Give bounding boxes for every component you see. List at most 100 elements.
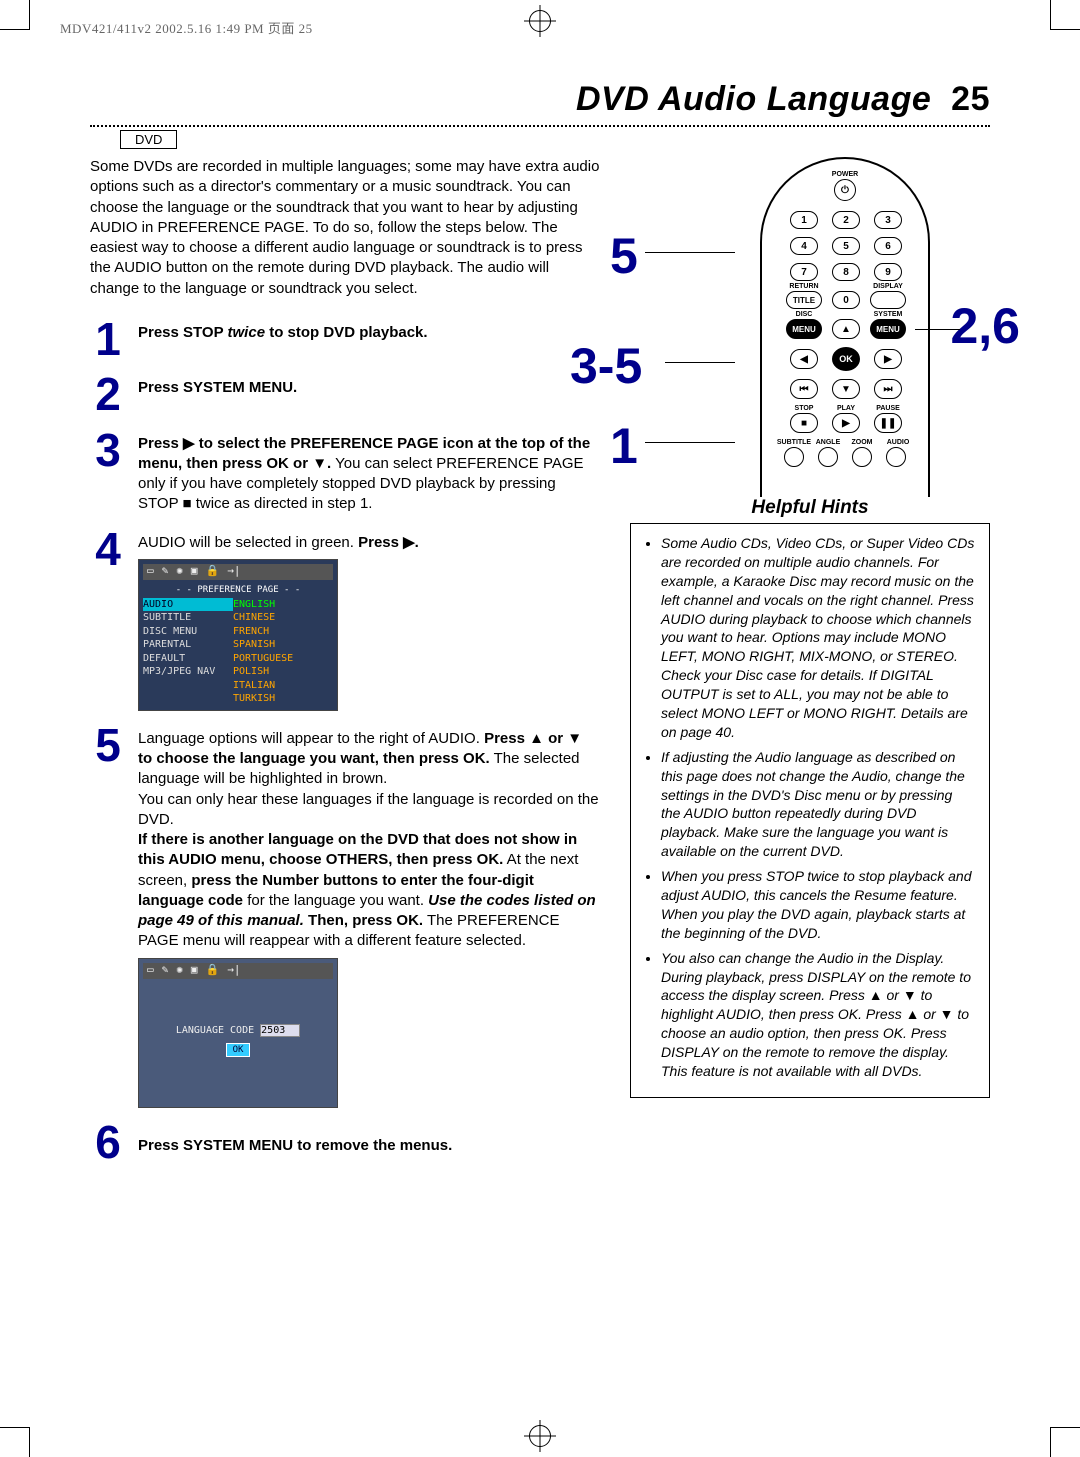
osd-row-r: ENGLISH xyxy=(233,598,275,612)
osd-preference-page: ▭ ✎ ✺ ▣ 🔒 →| - - PREFERENCE PAGE - - AUD… xyxy=(138,559,338,711)
num-4[interactable]: 4 xyxy=(790,237,818,255)
osd-row-r: TURKISH xyxy=(233,692,275,706)
display-button[interactable] xyxy=(870,291,906,309)
s5-t5: for the language you want. xyxy=(243,892,428,909)
step-5: 5 Language options will appear to the ri… xyxy=(90,725,600,1108)
left-button[interactable]: ◀ xyxy=(790,349,818,369)
lead-line xyxy=(645,252,735,253)
step-number: 1 xyxy=(90,319,126,360)
step-1: 1 Press STOP twice to stop DVD playback. xyxy=(90,319,600,360)
prev-button[interactable]: ⏮ xyxy=(790,379,818,399)
label-zoom: ZOOM xyxy=(852,439,873,446)
step-number: 6 xyxy=(90,1122,126,1163)
hint-item: If adjusting the Audio language as descr… xyxy=(661,748,975,861)
osd-row-l: DEFAULT xyxy=(143,652,233,666)
angle-button[interactable] xyxy=(818,447,838,467)
crop-mark-tr xyxy=(1050,0,1080,30)
num-7[interactable]: 7 xyxy=(790,263,818,281)
disc-menu-button[interactable]: MENU xyxy=(786,319,822,339)
osd-icon: ▭ xyxy=(147,963,154,978)
num-8[interactable]: 8 xyxy=(832,263,860,281)
next-button[interactable]: ⏭ xyxy=(874,379,902,399)
label-display: DISPLAY xyxy=(873,283,903,290)
osd-row-l: PARENTAL xyxy=(143,638,233,652)
label-disc: DISC xyxy=(796,311,813,318)
osd-iconbar: ▭ ✎ ✺ ▣ 🔒 →| xyxy=(143,564,333,580)
lead-line xyxy=(645,442,735,443)
page-title: DVD Audio Language 25 xyxy=(90,80,990,119)
dvd-chip: DVD xyxy=(120,130,177,149)
remote-illustration: POWER ⏻ 1 2 3 4 5 6 7 8 9 RETURN DISPLAY… xyxy=(760,157,930,497)
osd-icon: ▣ xyxy=(191,564,198,579)
osd-row-r: CHINESE xyxy=(233,611,275,625)
stop-button[interactable]: ■ xyxy=(790,413,818,433)
step1-tail: to stop DVD playback. xyxy=(265,324,428,341)
down-button[interactable]: ▼ xyxy=(832,379,860,399)
intro-paragraph: Some DVDs are recorded in multiple langu… xyxy=(90,157,600,299)
title-text: DVD Audio Language xyxy=(576,80,931,118)
step-number: 3 xyxy=(90,430,126,515)
label-pause: PAUSE xyxy=(876,405,900,412)
osd-row-l xyxy=(143,692,233,706)
osd-icon: ✎ xyxy=(162,564,169,579)
zoom-button[interactable] xyxy=(852,447,872,467)
osd-icon: →| xyxy=(227,564,240,579)
ok-button[interactable]: OK xyxy=(832,347,860,371)
hint-item: When you press STOP twice to stop playba… xyxy=(661,867,975,943)
osd-row-r: PORTUGUESE xyxy=(233,652,293,666)
num-9[interactable]: 9 xyxy=(874,263,902,281)
s5-b4: Then, press OK. xyxy=(304,912,423,929)
pause-button[interactable]: ❚❚ xyxy=(874,413,902,433)
page-number: 25 xyxy=(951,80,990,118)
osd-row-l: AUDIO xyxy=(143,598,233,612)
lead-line xyxy=(665,362,735,363)
audio-button[interactable] xyxy=(886,447,906,467)
osd-icon: 🔒 xyxy=(206,963,220,978)
step1-bold: Press STOP xyxy=(138,324,228,341)
step4-bold: Press ▶. xyxy=(358,534,419,551)
subtitle-button[interactable] xyxy=(784,447,804,467)
right-button[interactable]: ▶ xyxy=(874,349,902,369)
osd-row-l: DISC MENU xyxy=(143,625,233,639)
up-button[interactable]: ▲ xyxy=(832,319,860,339)
osd-icon: ✎ xyxy=(162,963,169,978)
osd-row-l: MP3/JPEG NAV xyxy=(143,665,233,679)
print-header: MDV421/411v2 2002.5.16 1:49 PM 页面 25 xyxy=(60,18,313,37)
num-6[interactable]: 6 xyxy=(874,237,902,255)
osd-icon: ▭ xyxy=(147,564,154,579)
step2-bold: Press SYSTEM MENU. xyxy=(138,379,297,396)
s5-t1: Language options will appear to the righ… xyxy=(138,730,484,747)
power-button[interactable]: ⏻ xyxy=(834,179,856,201)
hints-title: Helpful Hints xyxy=(630,497,990,519)
num-3[interactable]: 3 xyxy=(874,211,902,229)
osd-header: - - PREFERENCE PAGE - - xyxy=(143,582,333,598)
system-menu-button[interactable]: MENU xyxy=(870,319,906,339)
osd-row-r: FRENCH xyxy=(233,625,269,639)
osd-row-l xyxy=(143,679,233,693)
label-subtitle: SUBTITLE xyxy=(777,439,811,446)
num-2[interactable]: 2 xyxy=(832,211,860,229)
label-return: RETURN xyxy=(789,283,818,290)
label-angle: ANGLE xyxy=(816,439,841,446)
play-button[interactable]: ▶ xyxy=(832,413,860,433)
code-label: LANGUAGE CODE xyxy=(176,1025,254,1036)
step-3: 3 Press ▶ to select the PREFERENCE PAGE … xyxy=(90,430,600,515)
step-number: 4 xyxy=(90,529,126,711)
crop-mark-bl xyxy=(0,1427,30,1457)
step6-bold: Press SYSTEM MENU to remove the menus. xyxy=(138,1137,452,1154)
osd-iconbar: ▭ ✎ ✺ ▣ 🔒 →| xyxy=(143,963,333,979)
registration-mark-bottom xyxy=(529,1425,551,1447)
hint-item: You also can change the Audio in the Dis… xyxy=(661,949,975,1081)
num-0[interactable]: 0 xyxy=(832,291,860,309)
osd-icon: ✺ xyxy=(176,564,183,579)
code-input[interactable] xyxy=(260,1024,300,1037)
callout-1: 1 xyxy=(610,417,638,475)
num-1[interactable]: 1 xyxy=(790,211,818,229)
step4-text: AUDIO will be selected in green. xyxy=(138,534,358,551)
osd-row-l: SUBTITLE xyxy=(143,611,233,625)
osd-icon: ✺ xyxy=(176,963,183,978)
osd-icon: ▣ xyxy=(191,963,198,978)
osd-ok-button[interactable]: OK xyxy=(226,1043,251,1057)
title-button[interactable]: TITLE xyxy=(786,291,822,309)
num-5[interactable]: 5 xyxy=(832,237,860,255)
